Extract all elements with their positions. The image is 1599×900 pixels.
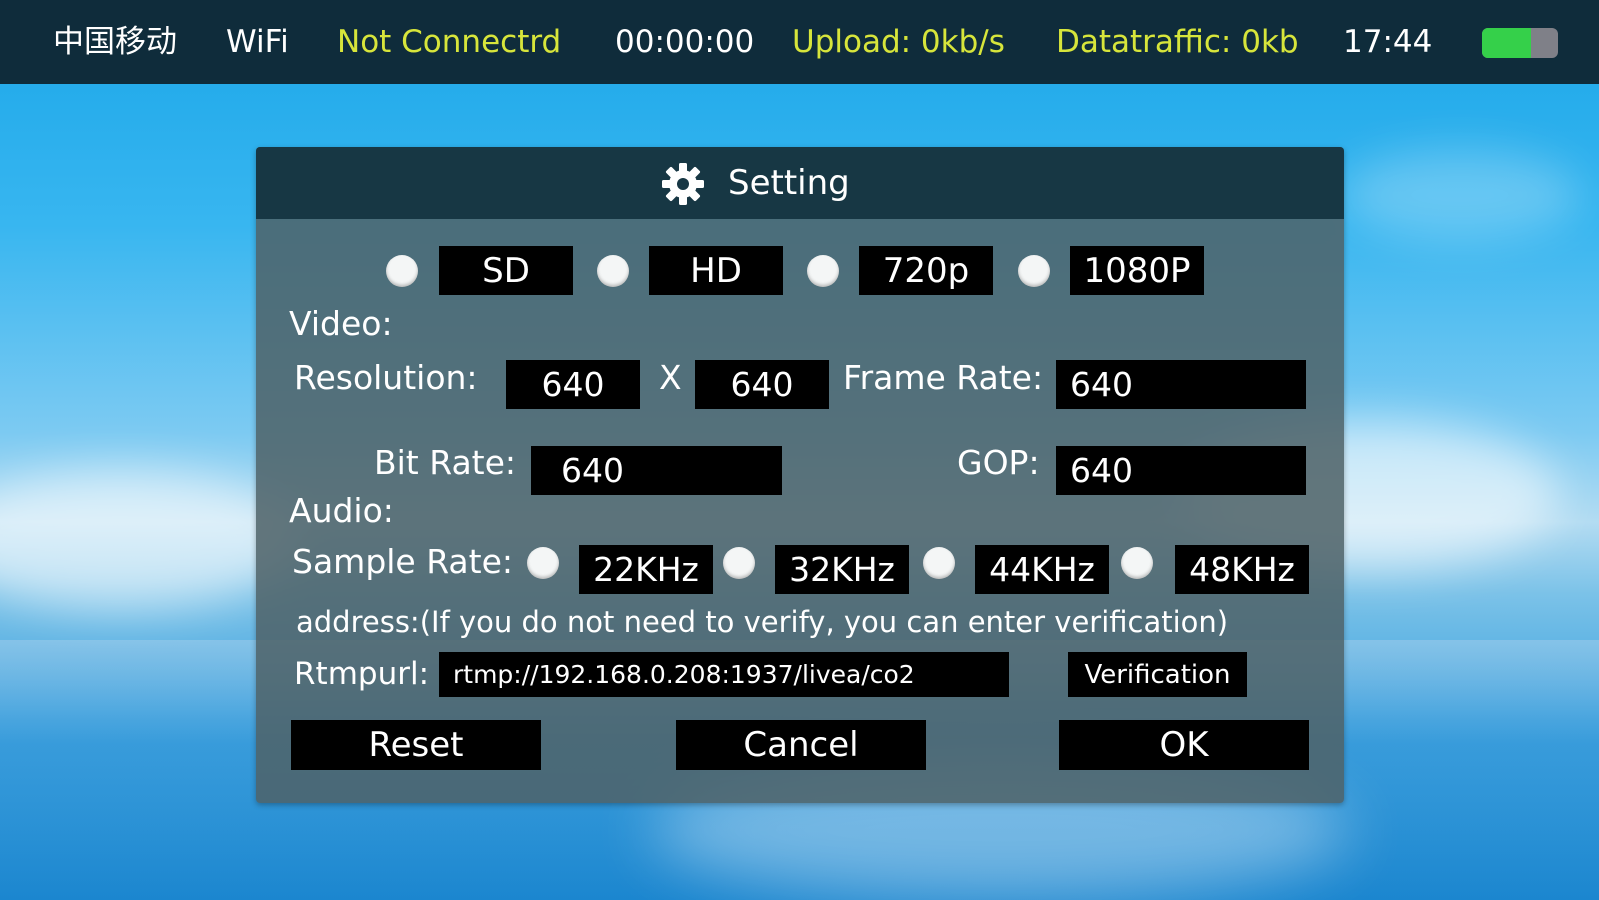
- preset-720p-radio[interactable]: [807, 255, 839, 287]
- carrier-name: 中国移动: [53, 24, 177, 60]
- network-type: WiFi: [226, 24, 289, 60]
- dialog-title: Setting: [728, 163, 850, 203]
- preset-720p-label[interactable]: 720p: [859, 246, 993, 295]
- sample-rate-48khz-label[interactable]: 48KHz: [1175, 545, 1309, 594]
- sample-rate-44khz-radio[interactable]: [923, 547, 955, 579]
- gop-input[interactable]: 640: [1056, 446, 1306, 495]
- upload-rate: Upload: 0kb/s: [792, 24, 1005, 60]
- background-cloud: [0, 470, 300, 610]
- cancel-button[interactable]: Cancel: [676, 720, 926, 770]
- preset-1080p-label[interactable]: 1080P: [1070, 246, 1204, 295]
- audio-section-label: Audio:: [289, 491, 394, 530]
- dialog-header: Setting: [256, 147, 1344, 219]
- battery-icon: [1482, 27, 1560, 59]
- gop-label: GOP:: [957, 443, 1040, 482]
- resolution-height-input[interactable]: 640: [695, 360, 829, 409]
- preset-hd-label[interactable]: HD: [649, 246, 783, 295]
- sample-rate-44khz-label[interactable]: 44KHz: [975, 545, 1109, 594]
- preset-hd-radio[interactable]: [597, 255, 629, 287]
- rtmp-url-input[interactable]: rtmp://192.168.0.208:1937/livea/co2: [439, 652, 1009, 697]
- sample-rate-22khz-label[interactable]: 22KHz: [579, 545, 713, 594]
- preset-sd-label[interactable]: SD: [439, 246, 573, 295]
- bit-rate-label: Bit Rate:: [374, 443, 517, 482]
- resolution-separator: X: [659, 358, 682, 397]
- verification-button[interactable]: Verification: [1068, 652, 1247, 697]
- gear-icon: [662, 163, 704, 205]
- status-bar: 中国移动 WiFi Not Connectrd 00:00:00 Upload:…: [0, 0, 1599, 84]
- rtmp-url-label: Rtmpurl:: [294, 656, 430, 692]
- sample-rate-22khz-radio[interactable]: [527, 547, 559, 579]
- reset-button[interactable]: Reset: [291, 720, 541, 770]
- frame-rate-input[interactable]: 640: [1056, 360, 1306, 409]
- data-traffic: Datatraffic: 0kb: [1056, 24, 1299, 60]
- settings-dialog: Setting SD HD 720p 1080P Video: Resoluti…: [256, 147, 1344, 803]
- bit-rate-input[interactable]: 640: [531, 446, 782, 495]
- clock: 17:44: [1343, 24, 1433, 60]
- resolution-width-input[interactable]: 640: [506, 360, 640, 409]
- background-cloud: [1340, 150, 1580, 240]
- sample-rate-32khz-label[interactable]: 32KHz: [775, 545, 909, 594]
- sample-rate-32khz-radio[interactable]: [723, 547, 755, 579]
- session-timer: 00:00:00: [615, 24, 755, 60]
- preset-1080p-radio[interactable]: [1018, 255, 1050, 287]
- sample-rate-48khz-radio[interactable]: [1121, 547, 1153, 579]
- address-note: address:(If you do not need to verify, y…: [296, 605, 1229, 639]
- video-section-label: Video:: [289, 304, 393, 343]
- frame-rate-label: Frame Rate:: [843, 358, 1044, 397]
- resolution-label: Resolution:: [294, 358, 478, 397]
- preset-sd-radio[interactable]: [386, 255, 418, 287]
- sample-rate-label: Sample Rate:: [292, 542, 514, 581]
- ok-button[interactable]: OK: [1059, 720, 1309, 770]
- battery-level: [1482, 28, 1532, 58]
- connection-status: Not Connectrd: [337, 24, 562, 60]
